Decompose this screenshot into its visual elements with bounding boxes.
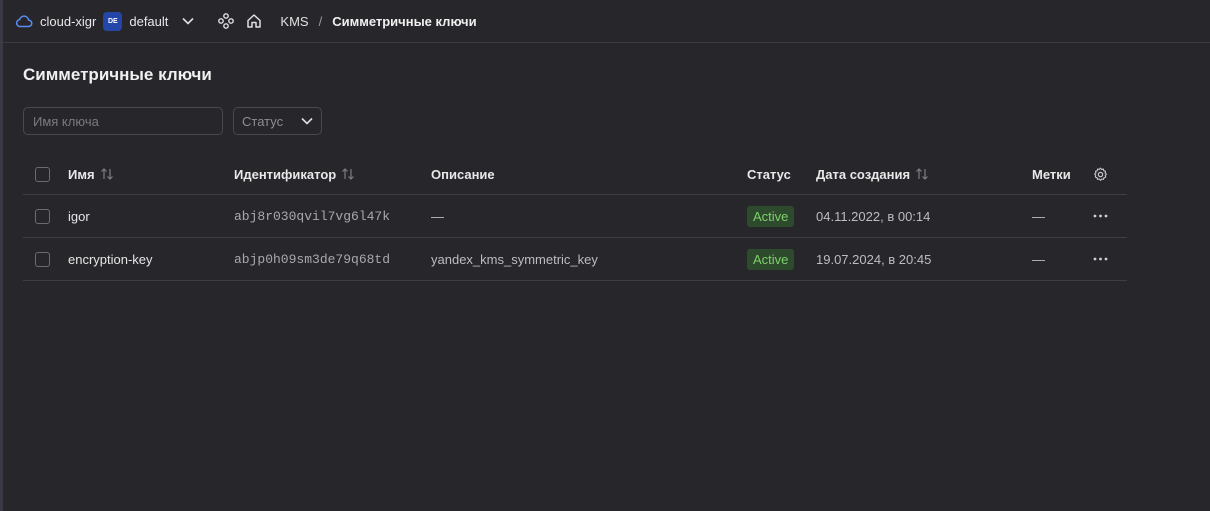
created-date: 19.07.2024, в 20:45 [816, 251, 932, 267]
key-name[interactable]: encryption-key [68, 252, 153, 267]
select-all-checkbox[interactable] [35, 166, 50, 182]
status-filter-select[interactable]: Статус [233, 107, 322, 135]
key-description: — [431, 208, 444, 224]
nodes-icon[interactable] [218, 13, 235, 29]
cloud-name: cloud-xigr [40, 13, 97, 29]
column-header-labels: Метки [1032, 166, 1071, 182]
column-header-id[interactable]: Идентификатор [234, 167, 336, 182]
top-bar: cloud-xigr DE default KMS / Симметричные… [0, 0, 1210, 43]
chevron-down-icon[interactable] [182, 17, 194, 25]
sort-icon[interactable] [100, 168, 114, 180]
column-header-name[interactable]: Имя [68, 167, 95, 182]
keys-table: Имя Идентификатор Описание Статус Дата с… [23, 154, 1127, 281]
left-edge [0, 0, 3, 511]
cloud-icon [15, 14, 33, 28]
status-badge: Active [747, 205, 795, 227]
table-header: Имя Идентификатор Описание Статус Дата с… [23, 154, 1127, 195]
sort-icon[interactable] [915, 168, 929, 180]
key-name[interactable]: igor [68, 209, 90, 224]
breadcrumb-current: Симметричные ключи [332, 13, 477, 29]
folder-badge: DE [103, 11, 123, 31]
breadcrumb-kms[interactable]: KMS [280, 14, 308, 29]
cloud-selector[interactable]: cloud-xigr DE default [15, 11, 169, 31]
row-checkbox[interactable] [35, 251, 50, 267]
table-row[interactable]: encryption-key abjp0h09sm3de79q68td yand… [23, 238, 1127, 281]
page-title: Симметричные ключи [23, 65, 212, 84]
key-id: abjp0h09sm3de79q68td [234, 251, 391, 267]
column-header-description: Описание [431, 166, 495, 182]
home-icon[interactable] [246, 13, 262, 29]
column-header-status: Статус [747, 166, 791, 182]
chevron-down-icon [301, 117, 313, 125]
key-id: abj8r030qvil7vg6l47k [234, 208, 391, 224]
gear-icon[interactable] [1093, 167, 1108, 182]
row-checkbox[interactable] [35, 208, 50, 224]
more-actions-icon[interactable] [1093, 257, 1108, 261]
column-header-created[interactable]: Дата создания [816, 167, 910, 182]
folder-name: default [129, 13, 169, 29]
key-labels: — [1032, 251, 1045, 267]
created-date: 04.11.2022, в 00:14 [816, 208, 931, 224]
key-labels: — [1032, 208, 1045, 224]
status-badge: Active [747, 248, 795, 270]
table-row[interactable]: igor abj8r030qvil7vg6l47k — Active 04.11… [23, 195, 1127, 238]
breadcrumb-separator: / [318, 13, 323, 29]
status-filter-label: Статус [242, 113, 284, 129]
key-description: yandex_kms_symmetric_key [431, 251, 598, 267]
sort-icon[interactable] [341, 168, 355, 180]
more-actions-icon[interactable] [1093, 214, 1108, 218]
key-name-search-input[interactable] [23, 107, 223, 135]
